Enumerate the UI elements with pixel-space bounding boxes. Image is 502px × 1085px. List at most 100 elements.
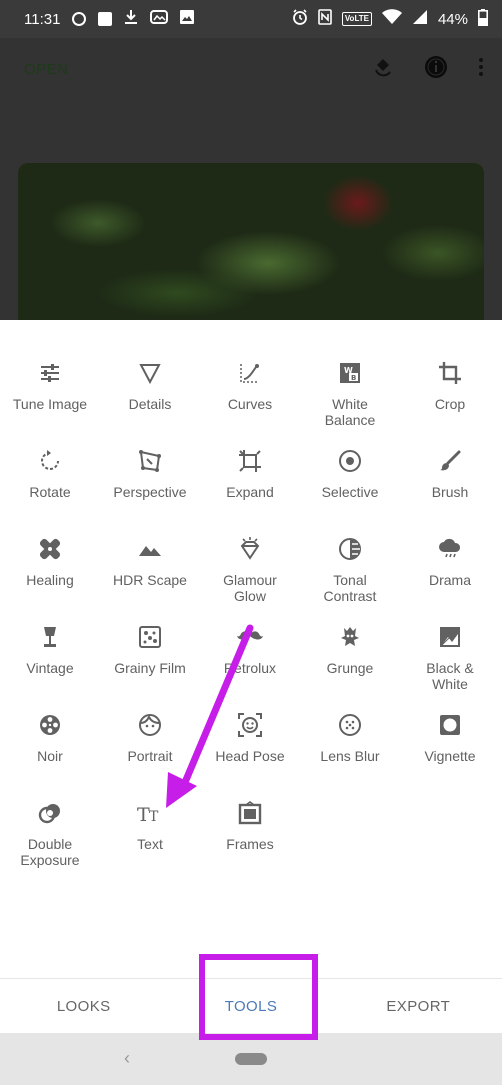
back-icon[interactable]: ‹: [124, 1048, 130, 1069]
black-white-icon: [437, 624, 463, 650]
retrolux-icon: [237, 624, 263, 650]
volte-badge: VoLTE: [341, 12, 372, 26]
tool-curves[interactable]: Curves: [200, 360, 300, 412]
download-icon: [124, 9, 138, 29]
home-pill[interactable]: [235, 1053, 267, 1065]
tool-label: Tonal Contrast: [323, 572, 377, 604]
tool-label: Drama: [428, 572, 471, 588]
grainy-film-icon: [137, 624, 163, 650]
record-icon: [72, 12, 87, 26]
lens-blur-icon: [337, 712, 363, 738]
tool-label: Portrait: [127, 748, 173, 764]
tool-head-pose[interactable]: Head Pose: [200, 712, 300, 764]
glamour-glow-icon: [237, 536, 263, 562]
tool-hdr-scape[interactable]: HDR Scape: [100, 536, 200, 588]
head-pose-icon: [237, 712, 263, 738]
tool-healing[interactable]: Healing: [0, 536, 100, 588]
tool-label: Lens Blur: [320, 748, 380, 764]
info-icon[interactable]: [424, 55, 448, 84]
tool-retrolux[interactable]: Retrolux: [200, 624, 300, 676]
brush-icon: [437, 448, 463, 474]
hdr-scape-icon: [137, 536, 163, 562]
drama-icon: [437, 536, 463, 562]
undo-history-icon[interactable]: [372, 56, 394, 83]
tool-selective[interactable]: Selective: [300, 448, 400, 500]
white-balance-icon: WB: [337, 360, 363, 386]
nfc-icon: [318, 9, 332, 29]
tool-crop[interactable]: Crop: [400, 360, 500, 412]
tool-label: Tune Image: [12, 396, 88, 412]
text-icon: TT: [137, 800, 163, 826]
tab-export[interactable]: EXPORT: [335, 979, 502, 1033]
perspective-icon: [137, 448, 163, 474]
tool-portrait[interactable]: Portrait: [100, 712, 200, 764]
tool-brush[interactable]: Brush: [400, 448, 500, 500]
tool-label: Black & White: [426, 660, 474, 692]
app-bar: OPEN: [0, 38, 502, 100]
tool-noir[interactable]: Noir: [0, 712, 100, 764]
tool-black-white[interactable]: Black & White: [400, 624, 500, 692]
portrait-icon: [137, 712, 163, 738]
tool-label: Vignette: [424, 748, 476, 764]
tool-label: Expand: [226, 484, 274, 500]
open-button[interactable]: OPEN: [24, 61, 69, 78]
vintage-icon: [37, 624, 63, 650]
wifi-icon: [381, 9, 402, 29]
more-options-icon[interactable]: [478, 57, 484, 82]
tool-label: Text: [137, 836, 163, 852]
tool-label: Retrolux: [223, 660, 277, 676]
tool-perspective[interactable]: Perspective: [100, 448, 200, 500]
tune-icon: [37, 360, 63, 386]
tool-label: Double Exposure: [20, 836, 80, 868]
tool-vignette[interactable]: Vignette: [400, 712, 500, 764]
tool-vintage[interactable]: Vintage: [0, 624, 100, 676]
tool-drama[interactable]: Drama: [400, 536, 500, 588]
image-icon: [180, 10, 195, 28]
tool-lens-blur[interactable]: Lens Blur: [300, 712, 400, 764]
photo-preview-area: [0, 100, 502, 323]
tool-tonal-contrast[interactable]: Tonal Contrast: [300, 536, 400, 604]
tool-glamour-glow[interactable]: Glamour Glow: [200, 536, 300, 604]
tool-label: HDR Scape: [113, 572, 187, 588]
annotation-highlight-box: [199, 954, 318, 1040]
tonal-contrast-icon: [337, 536, 363, 562]
tool-tune[interactable]: Tune Image: [0, 360, 100, 412]
app-icon: [98, 12, 113, 26]
tool-label: Grunge: [326, 660, 374, 676]
signal-icon: [412, 9, 428, 29]
expand-icon: [237, 448, 263, 474]
tool-rotate[interactable]: Rotate: [0, 448, 100, 500]
tool-grainy-film[interactable]: Grainy Film: [100, 624, 200, 676]
tool-label: Frames: [226, 836, 274, 852]
photo-preview: [18, 163, 484, 323]
tool-label: White Balance: [324, 396, 376, 428]
tool-white-balance[interactable]: W B White Balance: [300, 360, 400, 428]
tool-frames[interactable]: Frames: [200, 800, 300, 852]
double-exposure-icon: [37, 800, 63, 826]
tab-looks[interactable]: LOOKS: [0, 979, 167, 1033]
tool-label: Curves: [227, 396, 273, 412]
frames-icon: [237, 800, 263, 826]
tool-grunge[interactable]: Grunge: [300, 624, 400, 676]
tool-double-exposure[interactable]: Double Exposure: [0, 800, 100, 868]
tool-label: Vintage: [26, 660, 74, 676]
healing-icon: [37, 536, 63, 562]
tool-label: Head Pose: [215, 748, 285, 764]
tool-label: Details: [128, 396, 172, 412]
tool-text[interactable]: T T Text: [100, 800, 200, 852]
system-nav-bar: ‹: [0, 1033, 502, 1085]
noir-icon: [37, 712, 63, 738]
tool-details[interactable]: Details: [100, 360, 200, 412]
photos-icon: [150, 10, 169, 28]
svg-text:T: T: [149, 809, 159, 824]
tool-label: Brush: [431, 484, 469, 500]
tool-expand[interactable]: Expand: [200, 448, 300, 500]
status-bar: 11:31 VoLTE 44%: [0, 0, 502, 38]
rotate-icon: [37, 448, 63, 474]
selective-icon: [337, 448, 363, 474]
tool-label: Rotate: [29, 484, 71, 500]
vignette-icon: [437, 712, 463, 738]
svg-text:B: B: [351, 374, 356, 382]
crop-icon: [437, 360, 463, 386]
battery-icon: [478, 8, 488, 30]
